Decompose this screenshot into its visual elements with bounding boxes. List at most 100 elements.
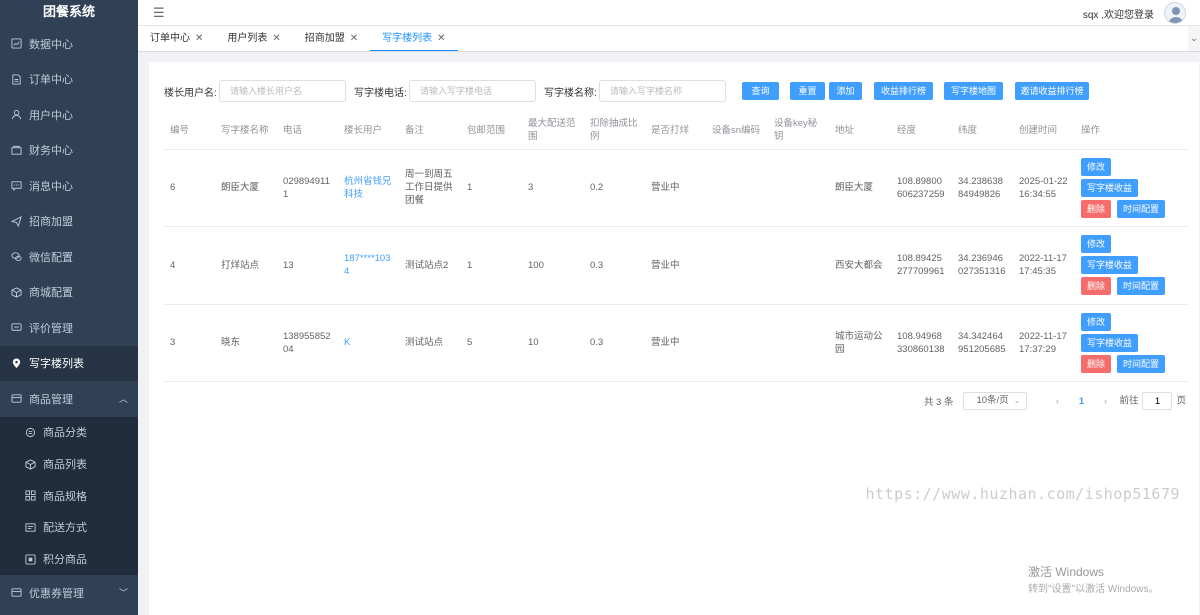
page-jump-input[interactable] — [1142, 392, 1173, 410]
cell-free-range: 1 — [461, 149, 522, 227]
cell-address: 西安大都会 — [829, 226, 891, 305]
page-jump: 前往页 — [1119, 392, 1186, 410]
delete-button[interactable]: 删除 — [1081, 277, 1112, 296]
sidebar-item-points-goods[interactable]: 积分商品 — [0, 543, 138, 575]
column-header: 设备key秘钥 — [768, 112, 829, 150]
edit-button[interactable]: 修改 — [1081, 235, 1112, 254]
owner-search-input[interactable]: 请输入楼长用户名 — [219, 80, 346, 102]
sidebar-item-office-list[interactable]: 写字楼列表 — [0, 345, 138, 381]
sidebar-item-delivery[interactable]: 配送方式 — [0, 512, 138, 544]
sidebar-item-coupons[interactable]: 优惠券管理 ﹀ — [0, 575, 138, 611]
close-icon[interactable]: ✕ — [350, 33, 358, 44]
tab-user-list[interactable]: 用户列表 ✕ — [215, 26, 292, 51]
cell-name: 打烊站点 — [215, 226, 277, 305]
cell-sn — [706, 149, 768, 227]
sidebar-item-finance[interactable]: 财务中心 — [0, 133, 138, 169]
edit-button[interactable]: 修改 — [1081, 157, 1112, 176]
cell-max-range: 10 — [522, 304, 584, 382]
cell-max-range: 100 — [522, 226, 584, 305]
invite-rank-button[interactable]: 邀请收益排行榜 — [1015, 82, 1089, 100]
cell-lng: 108.94968330860138 — [891, 304, 952, 382]
cell-created: 2022-11-17 17:37:29 — [1013, 304, 1075, 382]
avatar[interactable] — [1164, 2, 1186, 24]
time-config-button[interactable]: 时间配置 — [1117, 277, 1166, 296]
chevron-down-icon[interactable]: ⌄ — [1188, 26, 1200, 51]
cell-owner[interactable]: K — [338, 304, 399, 382]
cell-address: 朗臣大厦 — [829, 149, 891, 227]
column-header: 经度 — [891, 112, 952, 150]
document-icon — [10, 73, 22, 85]
cell-actions: 修改写字楼收益删除 时间配置 — [1075, 304, 1189, 382]
row-actions: 修改写字楼收益删除 时间配置 — [1081, 235, 1183, 296]
time-config-button[interactable]: 时间配置 — [1117, 354, 1166, 373]
column-header: 写字楼名称 — [215, 112, 277, 150]
tab-franchise[interactable]: 招商加盟 ✕ — [293, 26, 370, 51]
sidebar-item-goods-list[interactable]: 商品列表 — [0, 448, 138, 480]
column-header: 备注 — [399, 112, 461, 150]
page-size-select[interactable]: 10条/页 ⌄ — [963, 392, 1028, 410]
sidebar-item-wechat[interactable]: 微信配置 — [0, 239, 138, 275]
sidebar-item-goods-spec[interactable]: 商品规格 — [0, 480, 138, 512]
sidebar-item-label: 积分商品 — [43, 554, 87, 567]
cell-id: 6 — [164, 149, 215, 227]
cell-lng: 108.89425277709961 — [891, 226, 952, 305]
sidebar-item-label: 商品规格 — [43, 490, 87, 503]
sidebar-item-label: 商品分类 — [43, 427, 87, 440]
sidebar-item-mall[interactable]: 商城配置 — [0, 275, 138, 311]
message-icon — [10, 180, 22, 192]
close-icon[interactable]: ✕ — [195, 33, 203, 44]
table-body: 6 朗臣大厦 0298949111 杭州省钱兄科技 周一到周五工作日提供团餐 1 3 0.2 营… — [164, 149, 1189, 382]
sidebar-item-franchise[interactable]: 招商加盟 — [0, 204, 138, 240]
hamburger-icon[interactable]: ☰ — [153, 5, 167, 21]
cell-lng: 108.89800606237259 — [891, 149, 952, 227]
sidebar-item-label: 评价管理 — [29, 322, 73, 335]
reset-button[interactable]: 重置 — [790, 82, 825, 100]
add-button[interactable]: 添加 — [829, 82, 862, 100]
cell-status: 营业中 — [645, 304, 706, 382]
office-revenue-button[interactable]: 写字楼收益 — [1081, 178, 1139, 197]
cell-phone: 0298949111 — [277, 149, 338, 227]
name-search-input[interactable]: 请输入写字楼名称 — [599, 80, 726, 102]
close-icon[interactable]: ✕ — [272, 33, 280, 44]
query-button[interactable]: 查询 — [742, 82, 779, 100]
time-config-button[interactable]: 时间配置 — [1117, 199, 1166, 218]
goods-icon — [10, 393, 22, 405]
office-revenue-button[interactable]: 写字楼收益 — [1081, 333, 1139, 352]
dashboard-icon — [10, 38, 22, 50]
sidebar-item-label: 商品列表 — [43, 459, 87, 472]
sidebar-item-reviews[interactable]: 评价管理 — [0, 310, 138, 346]
page-number[interactable]: 1 — [1071, 396, 1091, 407]
cell-created: 2022-11-17 17:45:35 — [1013, 226, 1075, 305]
cell-actions: 修改写字楼收益删除 时间配置 — [1075, 226, 1189, 305]
prev-page-icon[interactable]: ‹ — [1047, 396, 1067, 407]
owner-label: 楼长用户名: — [164, 88, 217, 99]
office-map-button[interactable]: 写字楼地图 — [944, 82, 1003, 100]
sidebar-item-dashboard[interactable]: 数据中心 — [0, 26, 138, 62]
sidebar-item-goods-category[interactable]: 商品分类 — [0, 417, 138, 449]
tab-order-center[interactable]: 订单中心 ✕ — [138, 26, 215, 51]
sidebar-item-messages[interactable]: 消息中心 — [0, 168, 138, 204]
sidebar-item-label: 商品管理 — [29, 393, 73, 406]
sidebar-item-goods[interactable]: 商品管理 ︿ — [0, 381, 138, 417]
next-page-icon[interactable]: › — [1095, 396, 1115, 407]
column-header: 电话 — [277, 112, 338, 150]
office-revenue-button[interactable]: 写字楼收益 — [1081, 256, 1139, 275]
row-actions: 修改写字楼收益删除 时间配置 — [1081, 157, 1183, 218]
revenue-rank-button[interactable]: 收益排行榜 — [874, 82, 933, 100]
column-header: 操作 — [1075, 112, 1189, 150]
delete-button[interactable]: 删除 — [1081, 199, 1112, 218]
chevron-down-icon: ⌄ — [1013, 396, 1021, 405]
phone-search-input[interactable]: 请输入写字楼电话 — [409, 80, 536, 102]
edit-button[interactable]: 修改 — [1081, 312, 1112, 331]
column-header: 扣除抽成比例 — [584, 112, 645, 150]
windows-activation-title: 激活 Windows — [1028, 565, 1105, 579]
delete-button[interactable]: 删除 — [1081, 354, 1112, 373]
close-icon[interactable]: ✕ — [437, 33, 445, 44]
tab-office-list[interactable]: 写字楼列表 ✕ — [370, 26, 458, 51]
sidebar-item-orders[interactable]: 订单中心 — [0, 62, 138, 98]
windows-activation-subtitle: 转到"设置"以激活 Windows。 — [1028, 584, 1159, 595]
cell-owner[interactable]: 杭州省钱兄科技 — [338, 149, 399, 227]
sidebar-item-label: 数据中心 — [29, 38, 73, 51]
cell-owner[interactable]: 187****1034 — [338, 226, 399, 305]
sidebar-item-users[interactable]: 用户中心 — [0, 97, 138, 133]
